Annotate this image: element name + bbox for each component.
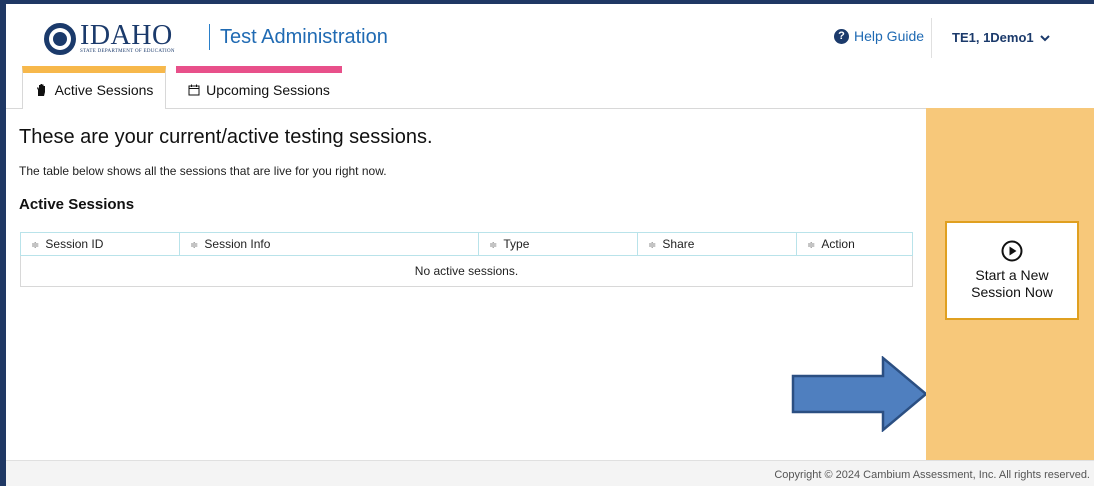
tab-active-sessions[interactable]: Active Sessions bbox=[22, 66, 166, 109]
tab-upcoming-sessions[interactable]: Upcoming Sessions bbox=[176, 66, 342, 108]
column-header-action[interactable]: ≑ Action bbox=[796, 232, 913, 256]
column-header-session-info[interactable]: ≑ Session Info bbox=[179, 232, 479, 256]
start-session-panel: Start a New Session Now bbox=[926, 108, 1094, 460]
table-row: No active sessions. bbox=[20, 255, 913, 287]
question-icon: ? bbox=[834, 28, 849, 44]
chevron-down-icon bbox=[1039, 34, 1050, 41]
sort-icon: ≑ bbox=[648, 240, 657, 251]
header-divider bbox=[209, 24, 210, 50]
column-header-share[interactable]: ≑ Share bbox=[637, 232, 797, 256]
logo-subtitle: STATE DEPARTMENT OF EDUCATION bbox=[80, 49, 175, 54]
user-name: TE1, 1Demo1 bbox=[952, 30, 1034, 45]
sort-icon: ≑ bbox=[807, 240, 816, 251]
header: IDAHO STATE DEPARTMENT OF EDUCATION Test… bbox=[6, 4, 1094, 109]
footer: Copyright © 2024 Cambium Assessment, Inc… bbox=[6, 460, 1094, 486]
page-description: The table below shows all the sessions t… bbox=[19, 164, 387, 178]
sort-icon: ≑ bbox=[31, 240, 40, 251]
hand-icon bbox=[36, 84, 45, 96]
app-title: Test Administration bbox=[220, 26, 388, 48]
tab-active-sessions-label: Active Sessions bbox=[54, 82, 154, 98]
header-separator bbox=[931, 18, 932, 58]
empty-message: No active sessions. bbox=[20, 255, 913, 287]
logo-word: IDAHO bbox=[80, 20, 173, 51]
table-header-row: ≑ Session ID ≑ Session Info ≑ Type ≑ Share ≑… bbox=[20, 232, 913, 256]
start-new-session-button[interactable]: Start a New Session Now bbox=[945, 221, 1079, 320]
help-guide-link[interactable]: ? Help Guide bbox=[834, 28, 924, 44]
column-header-type[interactable]: ≑ Type bbox=[478, 232, 638, 256]
arrow-annotation-icon bbox=[791, 356, 928, 432]
play-circle-icon bbox=[1001, 240, 1023, 262]
app-window: IDAHO STATE DEPARTMENT OF EDUCATION Test… bbox=[6, 4, 1094, 486]
page-title: These are your current/active testing se… bbox=[19, 126, 433, 148]
state-seal-icon bbox=[44, 23, 76, 55]
start-label-line2: Session Now bbox=[971, 284, 1053, 300]
section-title: Active Sessions bbox=[19, 196, 135, 213]
user-menu[interactable]: TE1, 1Demo1 bbox=[952, 30, 1050, 45]
sort-icon: ≑ bbox=[489, 240, 498, 251]
tab-upcoming-sessions-label: Upcoming Sessions bbox=[206, 82, 330, 98]
help-guide-label: Help Guide bbox=[854, 28, 925, 44]
column-header-session-id[interactable]: ≑ Session ID bbox=[20, 232, 180, 256]
main-content: These are your current/active testing se… bbox=[6, 108, 928, 460]
calendar-icon bbox=[188, 84, 200, 96]
sort-icon: ≑ bbox=[190, 240, 199, 251]
active-sessions-table: ≑ Session ID ≑ Session Info ≑ Type ≑ Share ≑… bbox=[20, 232, 913, 287]
idaho-logo[interactable]: IDAHO STATE DEPARTMENT OF EDUCATION bbox=[44, 22, 175, 56]
copyright-text: Copyright © 2024 Cambium Assessment, Inc… bbox=[774, 469, 1090, 481]
start-label-line1: Start a New bbox=[975, 267, 1049, 283]
